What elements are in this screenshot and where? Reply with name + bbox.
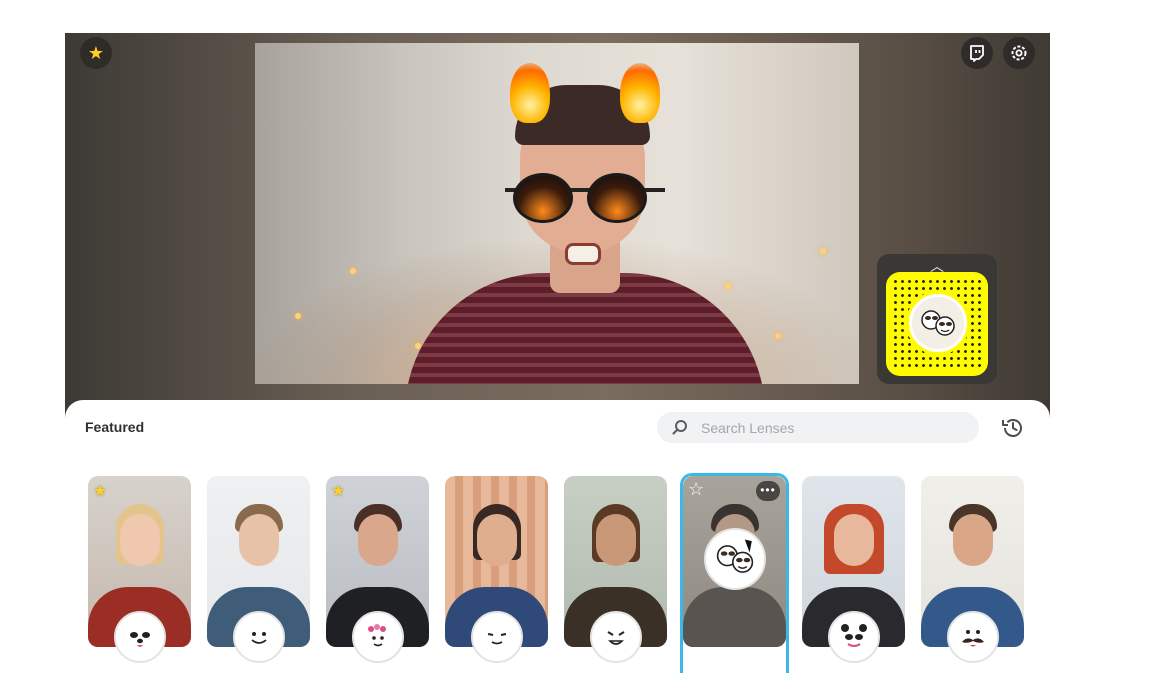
dog-face-icon (114, 611, 166, 663)
chevron-up-icon[interactable]: ︿ (927, 256, 947, 274)
twitch-icon (970, 45, 984, 62)
lens-card-panda-mask[interactable] (802, 476, 905, 663)
ember (295, 313, 301, 319)
lens-card-dog[interactable]: ★ (88, 476, 191, 663)
ember (775, 333, 781, 339)
section-title: Featured (85, 419, 145, 435)
ember (350, 268, 356, 274)
history-button[interactable] (999, 414, 1027, 442)
fire-horn-right (620, 63, 660, 123)
ember (820, 248, 826, 254)
search-input[interactable] (701, 418, 961, 438)
mustache-face-icon (947, 611, 999, 663)
lens-card-mustache[interactable] (921, 476, 1024, 663)
flower-face-icon (352, 611, 404, 663)
lens-carousel: ★ ★ ☆ ••• (88, 473, 1033, 673)
mouth (565, 243, 601, 265)
snapcode[interactable] (886, 272, 988, 376)
smirk-face-icon (471, 611, 523, 663)
star-icon[interactable]: ★ (331, 481, 345, 501)
lens-card-sunglasses[interactable]: ☆ ••• (680, 473, 789, 673)
lens-panel: Featured ★ (65, 400, 1050, 673)
user-with-lens (395, 63, 775, 384)
sunglasses-lens-left (513, 173, 573, 223)
lens-card-beauty[interactable] (445, 476, 548, 663)
panda-face-icon (828, 611, 880, 663)
snapcode-panel[interactable]: ︿ (877, 254, 997, 384)
sunglasses-face-icon (909, 294, 967, 352)
smile-face-icon (233, 611, 285, 663)
grin-face-icon (590, 611, 642, 663)
camera-preview (255, 43, 859, 384)
fire-horn-left (510, 63, 550, 123)
lens-card-cartoon-face[interactable] (564, 476, 667, 663)
gear-icon (1011, 45, 1027, 61)
star-icon[interactable]: ★ (93, 481, 107, 501)
app-window: ★ ︿ Featured Search Lenses ★ ★ ☆ ••• (65, 33, 1050, 673)
search-icon (672, 420, 687, 435)
lens-card-big-mouth[interactable] (207, 476, 310, 663)
twitch-button[interactable] (961, 37, 993, 69)
search-box[interactable] (657, 412, 979, 443)
favorites-button[interactable]: ★ (80, 37, 112, 69)
star-icon: ★ (87, 42, 105, 63)
history-icon (1002, 419, 1022, 437)
lens-card-flower-crown[interactable]: ★ (326, 476, 429, 663)
selected-indicator (680, 473, 789, 673)
settings-button[interactable] (1003, 37, 1035, 69)
sunglasses-lens-right (587, 173, 647, 223)
